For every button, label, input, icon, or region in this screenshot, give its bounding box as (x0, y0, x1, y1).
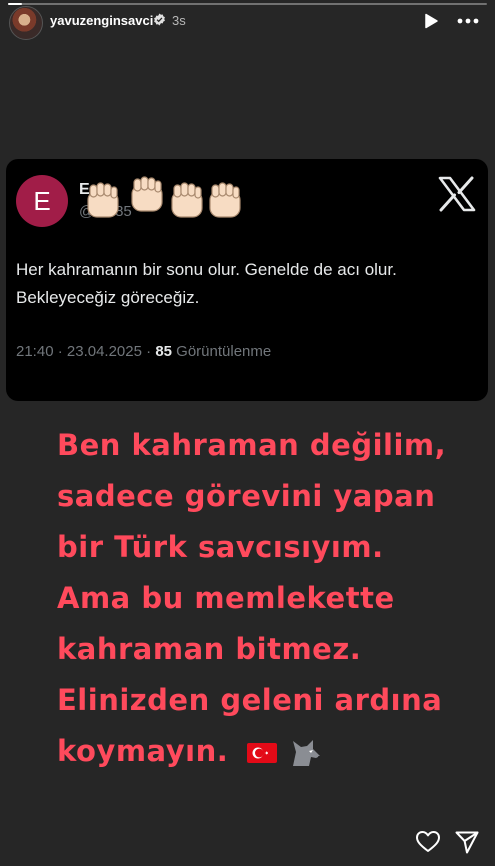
heart-icon[interactable] (415, 829, 441, 855)
caption-line: Ben kahraman değilim, (57, 428, 447, 462)
caption-line-last: koymayın. (57, 726, 477, 777)
caption-line: sadece görevini yapan (57, 479, 436, 513)
play-icon[interactable] (422, 12, 440, 30)
profile-avatar[interactable] (9, 6, 43, 40)
tweet-avatar: E (16, 175, 68, 227)
tweet-views-count: 85 (155, 343, 172, 360)
send-icon[interactable] (454, 829, 480, 855)
x-logo-icon (438, 176, 476, 212)
story-caption: Ben kahraman değilim, sadece görevini ya… (57, 420, 477, 777)
caption-line: bir Türk savcısıyım. (57, 530, 384, 564)
meta-separator: · (57, 343, 67, 360)
story-header: yavuzenginsavci 3s (0, 0, 495, 44)
raised-fist-emoji-overlay (87, 176, 241, 218)
wolf-icon (293, 740, 321, 766)
tweet-text: Her kahramanın bir sonu olur. Genelde de… (16, 260, 397, 307)
more-horizontal-icon[interactable] (456, 12, 480, 30)
tweet-meta: 21:40 · 23.04.2025 · 85 Görüntülenme (16, 343, 271, 360)
tweet-views-label: Görüntülenme (176, 343, 272, 360)
caption-line: Ama bu memlekette (57, 581, 395, 615)
caption-line: Elinizden geleni ardına (57, 683, 443, 717)
tweet-card[interactable]: E E @ 3085 (6, 159, 488, 401)
tweet-date: 23.04.2025 (66, 343, 142, 360)
caption-line: koymayın. (57, 734, 229, 768)
turkish-flag-icon (246, 743, 277, 763)
caption-line: kahraman bitmez. (57, 632, 362, 666)
meta-separator: · (146, 343, 156, 360)
post-time: 3s (172, 13, 186, 28)
verified-badge-icon (154, 13, 165, 26)
username[interactable]: yavuzenginsavci (50, 13, 153, 28)
tweet-time: 21:40 (16, 343, 54, 360)
